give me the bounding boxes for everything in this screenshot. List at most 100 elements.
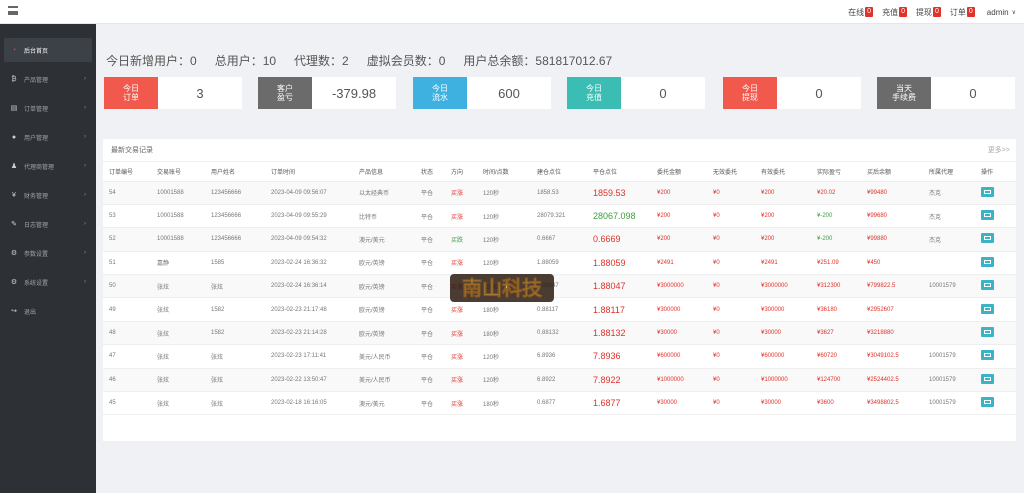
dashboard-icon: ◔ (11, 46, 17, 54)
card-label: 当天 手续费 (877, 77, 931, 109)
sidebar-item-logout[interactable]: ↪ 退出 (4, 299, 92, 323)
menu-toggle-icon[interactable] (8, 6, 18, 15)
cell-time: 2023-02-23 21:17:48 (265, 297, 353, 322)
cell-close: 7.8922 (587, 368, 651, 393)
orders-label: 订单 (949, 7, 966, 17)
recharge-link[interactable]: 充值 0 (882, 7, 907, 18)
sidebar-item-agents[interactable]: ♟ 代理商管理 › (4, 154, 92, 178)
orders-link[interactable]: 订单 0 (950, 7, 975, 18)
card-today-turnover: 今日 流水 600 (413, 77, 551, 109)
cell-profit: ¥36180 (811, 297, 861, 322)
cell-product: 澳元/美元 (353, 391, 415, 416)
cell-valid: ¥30000 (755, 391, 811, 416)
sidebar: ◔ 后台首页 ₿ 产品管理 › ▤ 订单管理 › ● 用户管理 › ♟ 代理商管… (0, 24, 96, 493)
cell-agent: 杰克 (923, 181, 975, 205)
cell-product: 欧元/英镑 (353, 297, 415, 322)
sidebar-item-orders[interactable]: ▤ 订单管理 › (4, 96, 92, 120)
cell-open: 0.88132 (531, 321, 587, 346)
cell-action (975, 251, 1016, 276)
cell-duration: 120秒 (477, 368, 531, 393)
view-detail-button[interactable] (981, 210, 994, 221)
view-detail-button[interactable] (981, 327, 994, 338)
cell-agent (923, 251, 975, 276)
view-detail-button[interactable] (981, 186, 994, 197)
cell-close: 1.88047 (587, 274, 651, 299)
cell-status: 平仓 (415, 251, 445, 276)
cell-time: 2023-02-23 21:14:28 (265, 321, 353, 346)
view-detail-button[interactable] (981, 373, 994, 384)
cell-account: 10001588 (151, 181, 205, 205)
sidebar-item-finance[interactable]: ¥ 财务管理 › (4, 183, 92, 207)
cell-account: 张炫 (151, 344, 205, 369)
sidebar-item-logs[interactable]: ✎ 日志管理 › (4, 212, 92, 236)
sidebar-item-parameters[interactable]: ⚙ 参数设置 › (4, 241, 92, 265)
cell-balance: ¥3218880 (861, 321, 923, 346)
cell-name: 张炫 (205, 274, 265, 299)
column-header: 方向 (445, 162, 477, 182)
more-link[interactable]: 更多>> (988, 145, 1010, 155)
stat-agents: 代理数：2 (294, 54, 349, 68)
cell-open: 0.88117 (531, 297, 587, 322)
cell-product: 美元/人民币 (353, 344, 415, 369)
cell-valid: ¥300000 (755, 297, 811, 322)
card-label: 今日 订单 (104, 77, 158, 109)
cell-amount: ¥3000000 (651, 274, 707, 299)
cell-profit: ¥3600 (811, 391, 861, 416)
cell-direction: 买涨 (445, 368, 477, 393)
cell-balance: ¥99680 (861, 204, 923, 229)
sidebar-item-dashboard[interactable]: ◔ 后台首页 (4, 38, 92, 62)
table-row: 45 张炫 张炫 2023-02-18 16:16:05 澳元/美元 平仓 买涨 180秒 0.… (103, 391, 1016, 416)
view-detail-button[interactable] (981, 256, 994, 267)
cell-name: 1585 (205, 251, 265, 276)
card-today-withdraw: 今日 提现 0 (723, 77, 861, 109)
column-header: 订单编号 (103, 162, 151, 182)
cell-profit: ¥312300 (811, 274, 861, 299)
cell-agent: 10001579 (923, 368, 975, 393)
cell-open: 6.8936 (531, 344, 587, 369)
online-link[interactable]: 在线 0 (848, 7, 874, 18)
cell-agent: 10001579 (923, 391, 975, 416)
view-detail-button[interactable] (981, 233, 994, 244)
sidebar-item-system[interactable]: ⚙ 系统设置 › (4, 270, 92, 294)
sidebar-item-label: 后台首页 (24, 48, 49, 55)
view-detail-button[interactable] (981, 397, 994, 408)
card-label: 今日 流水 (413, 77, 467, 109)
cell-duration: 120秒 (477, 274, 531, 299)
sidebar-item-label: 用户管理 (24, 135, 49, 142)
cell-status: 平仓 (415, 368, 445, 393)
cell-amount: ¥300000 (651, 297, 707, 322)
cell-direction: 买涨 (445, 297, 477, 322)
view-detail-button[interactable] (981, 303, 994, 314)
cell-profit: ¥3627 (811, 321, 861, 346)
chevron-right-icon: › (84, 250, 86, 256)
top-bar: 在线 0 充值 0 提现 0 订单 0 admin ∨ (0, 0, 1024, 24)
table-row: 51 嘉静 1585 2023-02-24 16:36:32 欧元/英镑 平仓 买涨 120秒… (103, 251, 1016, 276)
cell-name: 1582 (205, 297, 265, 322)
cell-direction: 买涨 (445, 274, 477, 299)
cell-account: 张炫 (151, 321, 205, 346)
chevron-right-icon: › (84, 105, 86, 111)
view-detail-button[interactable] (981, 350, 994, 361)
column-header: 时间/点数 (477, 162, 531, 182)
cell-agent (923, 297, 975, 322)
column-header: 无效委托 (707, 162, 755, 182)
sidebar-item-label: 代理商管理 (24, 164, 55, 171)
view-detail-button[interactable] (981, 280, 994, 291)
sidebar-item-users[interactable]: ● 用户管理 › (4, 125, 92, 149)
cell-id: 49 (103, 297, 151, 322)
column-header: 操作 (975, 162, 1016, 182)
cell-open: 0.6877 (531, 391, 587, 416)
cell-profit: ¥20.02 (811, 181, 861, 205)
cell-direction: 买涨 (445, 181, 477, 205)
withdraw-link[interactable]: 提现 0 (916, 7, 941, 18)
column-header: 有效委托 (755, 162, 811, 182)
withdraw-count-badge: 0 (932, 7, 941, 17)
cell-name: 张炫 (205, 368, 265, 393)
admin-user-menu[interactable]: admin ∨ (987, 8, 1016, 17)
sidebar-item-label: 财务管理 (24, 193, 49, 200)
sidebar-item-products[interactable]: ₿ 产品管理 › (4, 67, 92, 91)
cell-action (975, 321, 1016, 346)
recharge-label: 充值 (882, 7, 899, 17)
column-header: 状态 (415, 162, 445, 182)
cell-valid: ¥3000000 (755, 274, 811, 299)
